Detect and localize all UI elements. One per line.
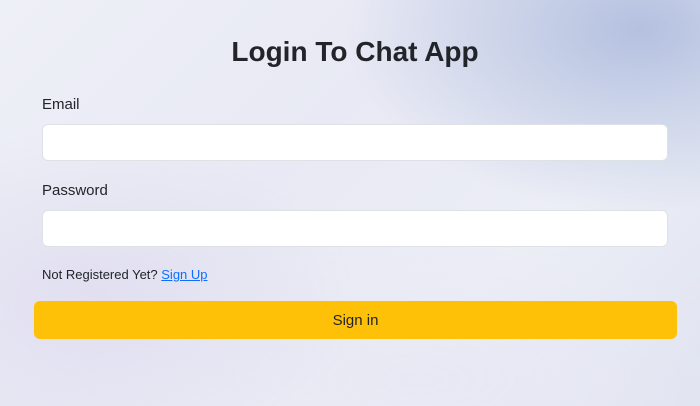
register-prompt-line: Not Registered Yet? Sign Up — [42, 266, 208, 284]
register-prompt-text: Not Registered Yet? — [42, 267, 158, 282]
page-title: Login To Chat App — [231, 36, 479, 67]
login-page: Login To Chat App Email Password Not Reg… — [0, 0, 700, 406]
password-field[interactable] — [42, 210, 668, 247]
password-label: Password — [42, 182, 108, 199]
sign-up-link[interactable]: Sign Up — [161, 267, 207, 282]
sign-in-button[interactable]: Sign in — [34, 301, 677, 339]
email-label: Email — [42, 96, 80, 113]
email-field[interactable] — [42, 124, 668, 161]
